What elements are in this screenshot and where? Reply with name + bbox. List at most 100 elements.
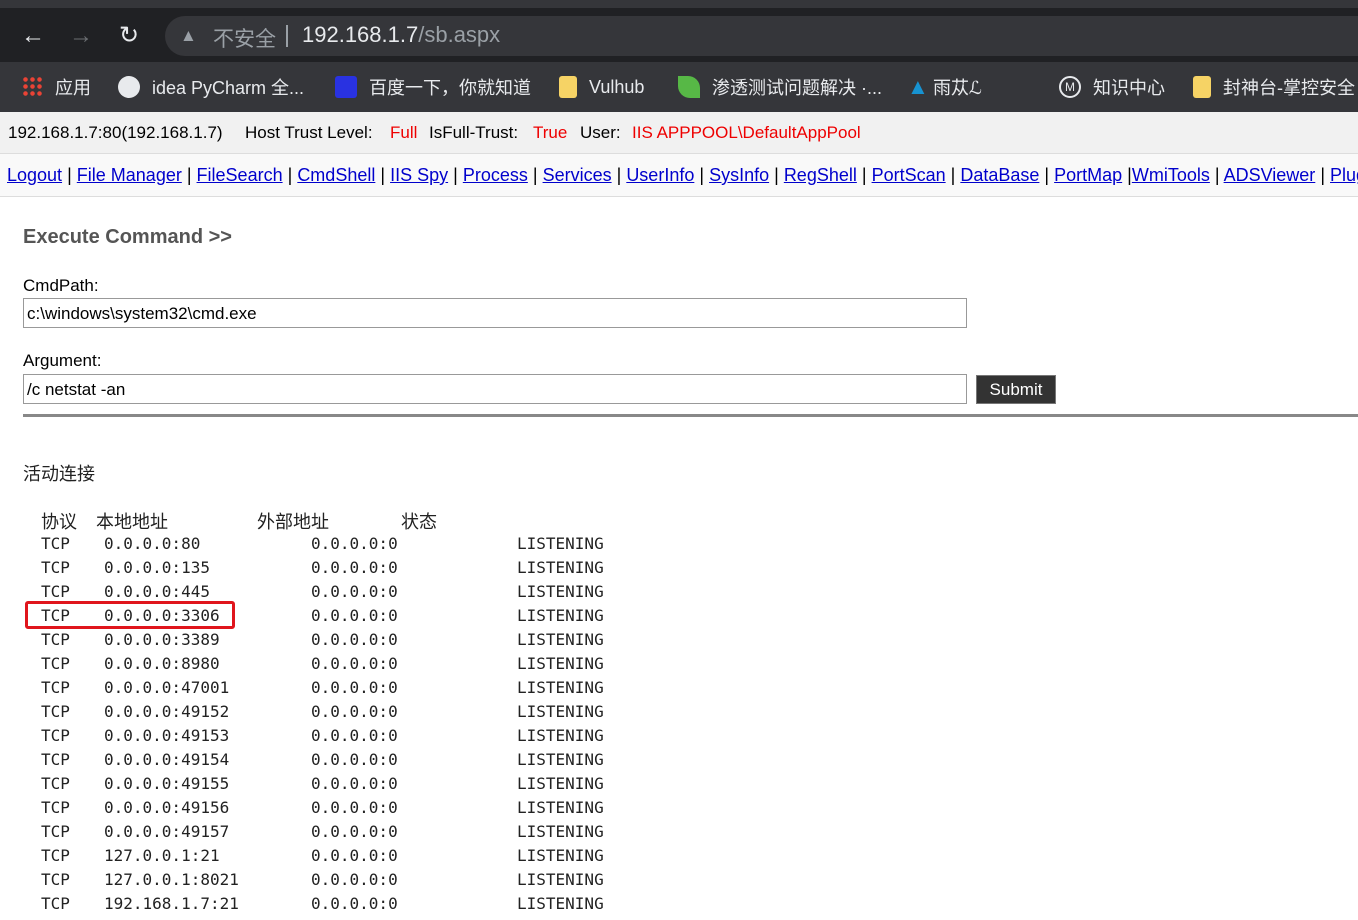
table-row: TCP 0.0.0.0:49157 0.0.0.0:0 LISTENING [0,822,700,846]
menu-plugin[interactable]: Plugin [1330,165,1358,185]
row-foreign-address: 0.0.0.0:0 [311,582,398,601]
apps-grid-icon [22,76,43,98]
row-foreign-address: 0.0.0.0:0 [311,750,398,769]
row-state: LISTENING [517,726,604,745]
menu-wmitools[interactable]: WmiTools [1132,165,1210,185]
row-foreign-address: 0.0.0.0:0 [311,558,398,577]
bookmark-yucong[interactable]: ▲ 雨苁ℒ [907,75,982,99]
bookmark-label: 应用 [55,78,91,98]
menu-services[interactable]: Services [543,165,612,185]
bookmark-label: 渗透测试问题解决 ·... [712,78,882,98]
shell-menu: Logout | File Manager | FileSearch | Cmd… [0,154,1358,197]
row-state: LISTENING [517,678,604,697]
bookmark-label: 封神台-掌控安全 [1223,78,1355,98]
table-row: TCP 192.168.1.7:21 0.0.0.0:0 LISTENING [0,894,700,918]
argument-input[interactable]: /c netstat -an [23,374,967,404]
menu-regshell[interactable]: RegShell [784,165,857,185]
row-protocol: TCP [41,798,70,817]
row-protocol: TCP [41,654,70,673]
row-state: LISTENING [517,630,604,649]
row-foreign-address: 0.0.0.0:0 [311,630,398,649]
row-state: LISTENING [517,702,604,721]
menu-sysinfo[interactable]: SysInfo [709,165,769,185]
row-protocol: TCP [41,702,70,721]
back-arrow-icon[interactable]: ← [19,22,47,50]
bookmark-label: 雨苁ℒ [933,78,982,98]
row-local-address: 192.168.1.7:21 [104,894,239,913]
trust-level-label: Host Trust Level: [245,123,373,142]
isfull-trust-value: True [533,123,568,142]
leaf-icon [678,76,700,98]
section-title: Execute Command >> [23,226,232,248]
row-foreign-address: 0.0.0.0:0 [311,846,398,865]
row-foreign-address: 0.0.0.0:0 [311,774,398,793]
bookmark-label: Vulhub [589,76,645,97]
menu-file-manager[interactable]: File Manager [77,165,182,185]
bookmarks-bar: 应用 idea PyCharm 全... 百度一下，你就知道 Vulhub 渗透… [0,62,1358,112]
menu-filesearch[interactable]: FileSearch [197,165,283,185]
browser-toolbar: ← → ↻ ▲ 不安全 192.168.1.7/sb.aspx [0,0,1358,62]
argument-label: Argument: [23,351,102,370]
row-protocol: TCP [41,630,70,649]
row-protocol: TCP [41,774,70,793]
bookmark-label: 知识中心 [1093,78,1165,98]
menu-database[interactable]: DataBase [960,165,1039,185]
bookmark-label: 百度一下，你就知道 [369,78,531,98]
url-text[interactable]: 192.168.1.7/sb.aspx [302,22,500,48]
row-local-address: 127.0.0.1:8021 [104,870,239,889]
row-foreign-address: 0.0.0.0:0 [311,678,398,697]
row-protocol: TCP [41,870,70,889]
row-foreign-address: 0.0.0.0:0 [311,702,398,721]
bookmark-pycharm[interactable]: idea PyCharm 全... [118,75,304,99]
table-row: TCP 0.0.0.0:80 0.0.0.0:0 LISTENING [0,534,700,558]
cmdpath-input[interactable]: c:\windows\system32\cmd.exe [23,298,967,328]
menu-userinfo[interactable]: UserInfo [626,165,694,185]
warning-triangle-icon: ▲ [180,26,197,45]
submit-button[interactable]: Submit [976,375,1056,404]
row-local-address: 0.0.0.0:49153 [104,726,230,745]
row-foreign-address: 0.0.0.0:0 [311,654,398,673]
bookmark-baidu[interactable]: 百度一下，你就知道 [335,75,531,99]
row-foreign-address: 0.0.0.0:0 [311,822,398,841]
row-state: LISTENING [517,558,604,577]
highlight-box [25,601,235,629]
bookmark-pentest[interactable]: 渗透测试问题解决 ·... [678,75,882,99]
reload-icon[interactable]: ↻ [115,22,143,50]
row-foreign-address: 0.0.0.0:0 [311,726,398,745]
menu-iis-spy[interactable]: IIS Spy [390,165,448,185]
row-local-address: 0.0.0.0:3389 [104,630,220,649]
bookmark-apps[interactable]: 应用 [22,75,91,99]
table-row: TCP 127.0.0.1:8021 0.0.0.0:0 LISTENING [0,870,700,894]
menu-portscan[interactable]: PortScan [872,165,946,185]
isfull-trust-label: IsFull-Trust: [429,123,519,142]
menu-portmap[interactable]: PortMap [1054,165,1122,185]
user-label: User: [580,123,621,142]
trust-level-value: Full [390,123,418,142]
globe-icon [118,76,140,98]
row-local-address: 127.0.0.1:21 [104,846,220,865]
forward-arrow-icon[interactable]: → [67,22,95,50]
row-protocol: TCP [41,846,70,865]
row-local-address: 0.0.0.0:49155 [104,774,230,793]
row-protocol: TCP [41,726,70,745]
menu-cmdshell[interactable]: CmdShell [297,165,375,185]
row-protocol: TCP [41,894,70,913]
bookmark-knowledge[interactable]: M 知识中心 [1059,75,1165,99]
address-bar[interactable]: ▲ 不安全 192.168.1.7/sb.aspx [165,16,1358,56]
row-local-address: 0.0.0.0:47001 [104,678,230,697]
menu-logout[interactable]: Logout [7,165,62,185]
row-foreign-address: 0.0.0.0:0 [311,534,398,553]
security-label: 不安全 [213,28,276,51]
row-local-address: 0.0.0.0:49152 [104,702,230,721]
row-local-address: 0.0.0.0:80 [104,534,201,553]
menu-process[interactable]: Process [463,165,528,185]
arch-icon: ▲ [907,74,929,99]
header-state: 状态 [401,512,437,533]
table-row: TCP 0.0.0.0:47001 0.0.0.0:0 LISTENING [0,678,700,702]
table-row: TCP 127.0.0.1:21 0.0.0.0:0 LISTENING [0,846,700,870]
row-state: LISTENING [517,822,604,841]
bookmark-fengshentai[interactable]: 封神台-掌控安全 [1193,75,1355,99]
menu-adsviewer[interactable]: ADSViewer [1224,165,1316,185]
bookmark-vulhub[interactable]: Vulhub [559,75,644,99]
row-protocol: TCP [41,534,70,553]
